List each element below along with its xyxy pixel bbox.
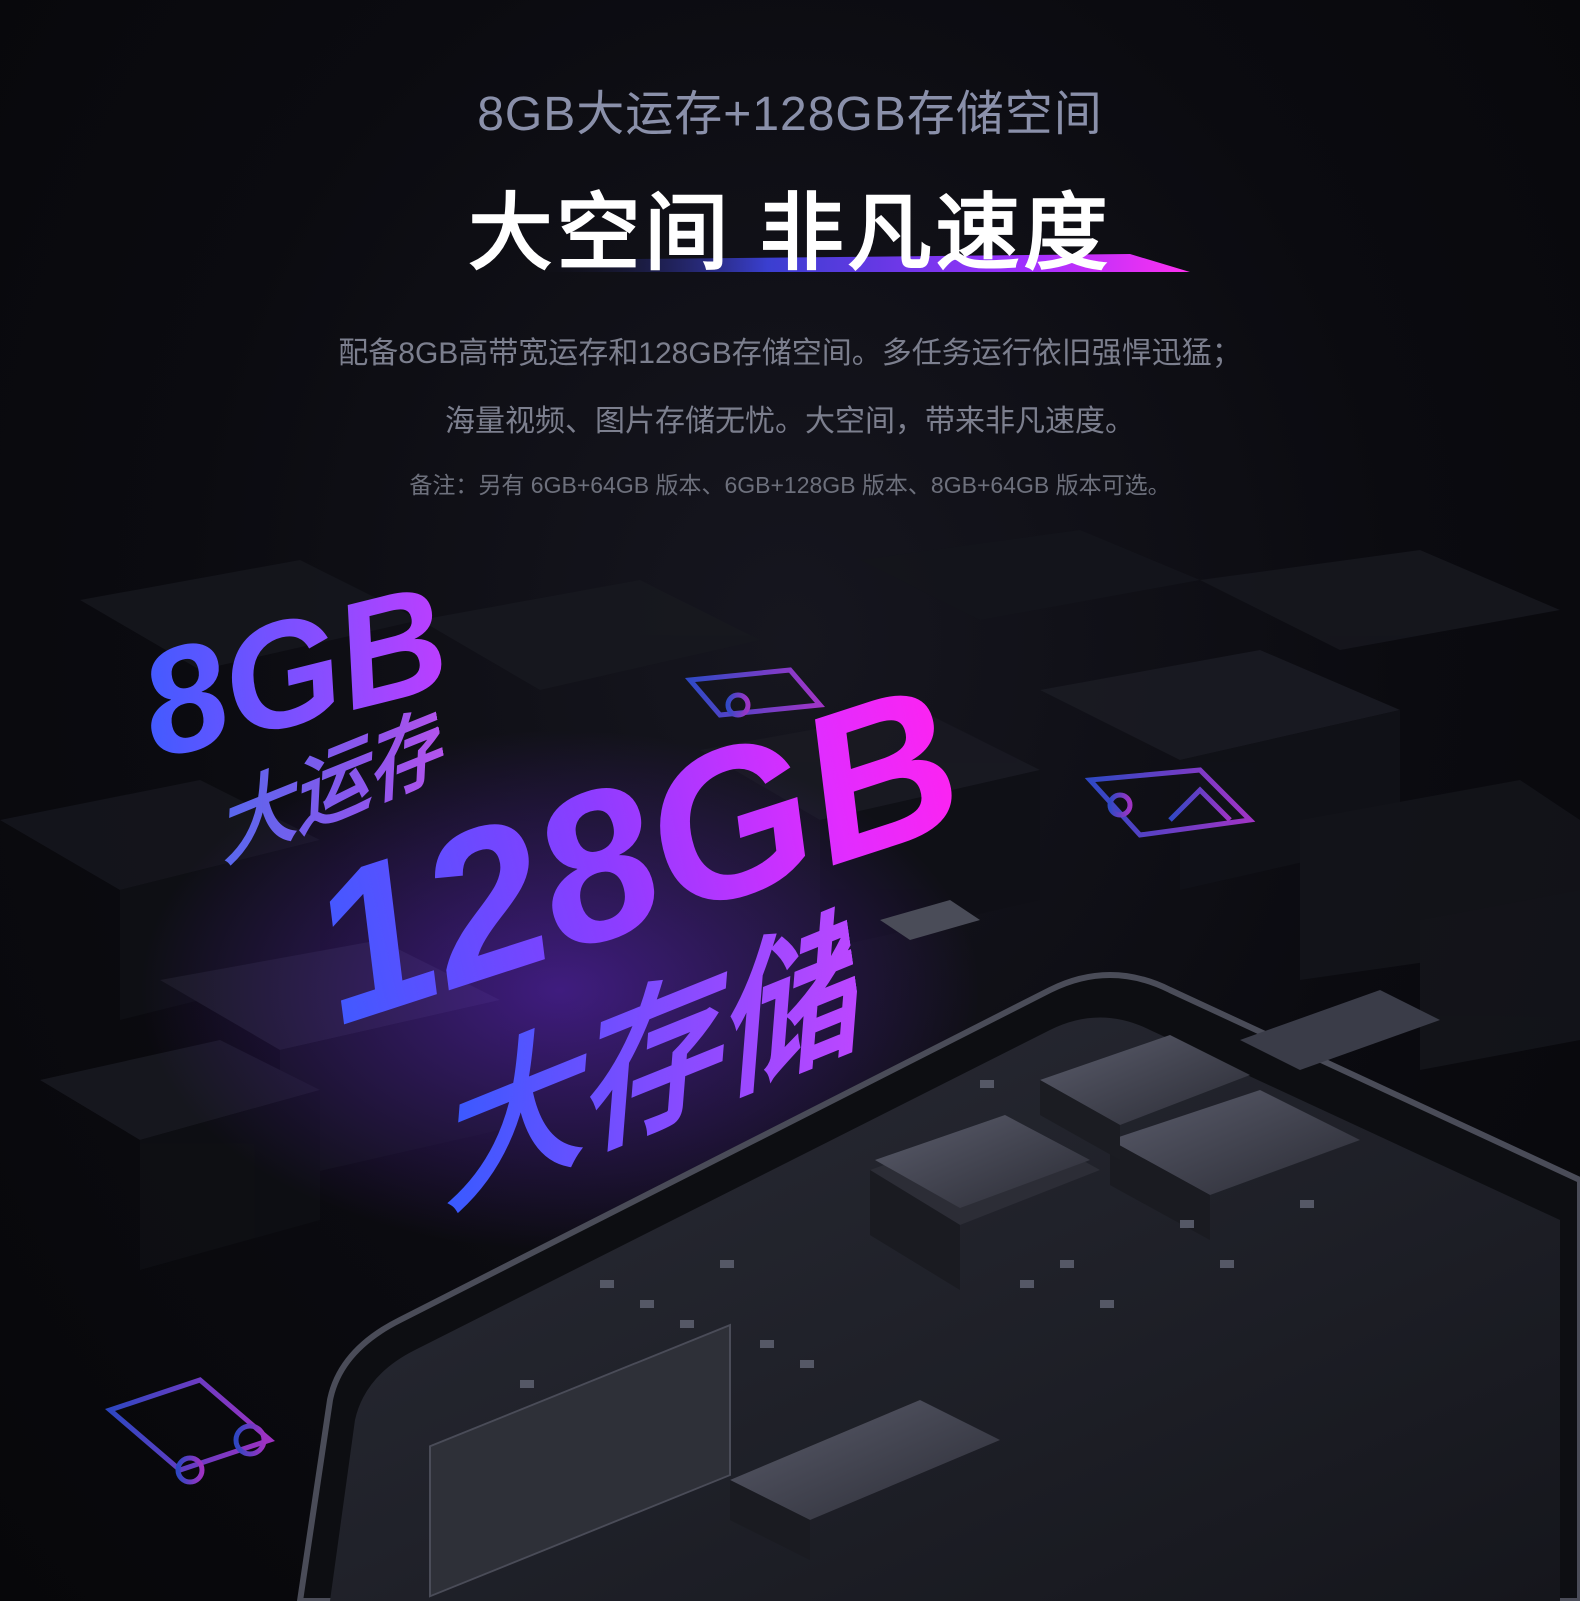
description-line-1: 配备8GB高带宽运存和128GB存储空间。多任务运行依旧强悍迅猛；	[338, 337, 1242, 370]
page: 8GB大运存+128GB存储空间 大空间 非凡速度 配备8GB高带宽运存和128…	[0, 0, 1580, 1601]
headline: 大空间 非凡速度	[468, 186, 1112, 280]
subtitle: 8GB大运存+128GB存储空间	[477, 88, 1103, 141]
description-line-2: 海量视频、图片存储无忧。大空间，带来非凡速度。	[445, 405, 1135, 438]
version-note: 备注：另有 6GB+64GB 版本、6GB+128GB 版本、8GB+64GB …	[409, 472, 1171, 498]
